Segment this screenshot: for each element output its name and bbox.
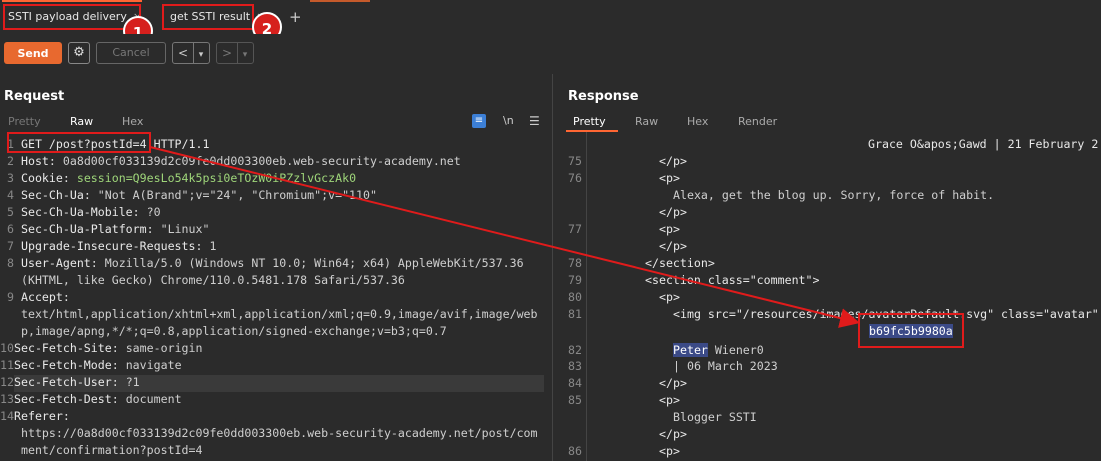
highlight-box-request-line — [7, 132, 151, 153]
tab-response-hex[interactable]: Hex — [687, 112, 708, 132]
response-line: </p> — [659, 154, 687, 168]
response-line: Blogger SSTI — [673, 410, 757, 424]
back-arrow-icon[interactable]: < — [173, 43, 194, 63]
highlight-box-result — [858, 313, 964, 348]
newline-icon[interactable]: \n — [503, 114, 514, 127]
response-subtabs: Pretty Raw Hex Render — [552, 112, 1101, 132]
response-line: </section> — [645, 256, 715, 270]
request-line: (KHTML, like Gecko) Chrome/110.0.5481.17… — [20, 273, 405, 287]
request-line: 8 User-Agent: Mozilla/5.0 (Windows NT 10… — [7, 256, 524, 270]
tab-request-raw[interactable]: Raw — [70, 112, 93, 132]
line-number: 84 — [568, 376, 582, 390]
response-line: </p> — [659, 376, 687, 390]
request-line: p,image/apng,*/*;q=0.8,application/signe… — [20, 324, 447, 338]
toolbar: Send ⚙ Cancel < ▾ > ▾ — [0, 34, 1101, 74]
line-number: 77 — [568, 222, 582, 236]
request-line: ment/confirmation?postId=4 — [20, 443, 203, 457]
line-number: 78 — [568, 256, 582, 270]
response-active-tab-underline — [566, 130, 618, 132]
response-line: <p> — [659, 290, 680, 304]
tab-response-pretty[interactable]: Pretty — [573, 112, 606, 132]
request-line: 9 Accept: — [7, 290, 70, 304]
line-number: 86 — [568, 444, 582, 458]
response-title: Response — [568, 89, 639, 104]
response-line: Grace O&apos;Gawd | 21 February 2 — [868, 137, 1099, 151]
request-line: https://0a8d00cf033139d2c09fe0dd003300eb… — [20, 426, 538, 440]
request-line: 5 Sec-Ch-Ua-Mobile: ?0 — [7, 205, 161, 219]
response-line: <p> — [659, 222, 680, 236]
request-line: text/html,application/xhtml+xml,applicat… — [20, 307, 538, 321]
highlight-box-tab-1 — [3, 4, 141, 30]
pane-divider[interactable] — [552, 74, 553, 461]
response-line: </p> — [659, 427, 687, 441]
forward-nav[interactable]: > ▾ — [216, 42, 254, 64]
line-number: 83 — [568, 359, 582, 373]
request-line: 3 Cookie: session=Q9esLo54k5psi0eTOzW0iP… — [7, 171, 357, 185]
line-number: 75 — [568, 154, 582, 168]
request-line: 6 Sec-Ch-Ua-Platform: "Linux" — [7, 222, 210, 236]
response-line: Peter Wiener0 — [673, 343, 764, 357]
response-line: <section class="comment"> — [645, 273, 820, 287]
tab-request-hex[interactable]: Hex — [122, 112, 143, 132]
forward-dropdown-icon[interactable]: ▾ — [238, 45, 252, 65]
response-line: Alexa, get the blog up. Sorry, force of … — [673, 188, 995, 202]
tab-accent — [310, 0, 370, 2]
new-tab-button[interactable]: + — [289, 6, 302, 28]
wrap-icon[interactable]: ≡ — [472, 114, 486, 128]
request-title: Request — [4, 89, 65, 104]
line-number: 80 — [568, 290, 582, 304]
request-line: 11Sec-Fetch-Mode: navigate — [0, 358, 182, 372]
active-tab-indicator — [2, 0, 142, 2]
request-line: 13Sec-Fetch-Dest: document — [0, 392, 182, 406]
response-line: <p> — [659, 393, 680, 407]
line-number: 81 — [568, 307, 582, 321]
response-gutter-line — [586, 132, 587, 461]
back-dropdown-icon[interactable]: ▾ — [194, 45, 208, 65]
response-line: </p> — [659, 205, 687, 219]
response-line: <p> — [659, 444, 680, 458]
line-number: 85 — [568, 393, 582, 407]
request-subtabs: Pretty Raw Hex ≡ \n ☰ — [0, 112, 552, 132]
response-line: </p> — [659, 239, 687, 253]
request-line: 14Referer: — [0, 409, 70, 423]
forward-arrow-icon[interactable]: > — [217, 43, 238, 63]
tab-response-render[interactable]: Render — [738, 112, 777, 132]
response-line: <p> — [659, 171, 680, 185]
request-line: 12Sec-Fetch-User: ?1 — [0, 375, 140, 389]
line-number: 76 — [568, 171, 582, 185]
line-number: 82 — [568, 343, 582, 357]
back-nav[interactable]: < ▾ — [172, 42, 210, 64]
highlight-box-tab-2 — [162, 4, 254, 30]
request-line: 2 Host: 0a8d00cf033139d2c09fe0dd003300eb… — [7, 154, 461, 168]
response-line: | 06 March 2023 — [673, 359, 778, 373]
menu-icon[interactable]: ☰ — [529, 114, 540, 128]
cancel-button[interactable]: Cancel — [96, 42, 166, 64]
line-number: 79 — [568, 273, 582, 287]
tab-request-pretty[interactable]: Pretty — [8, 112, 41, 132]
gear-icon[interactable]: ⚙ — [68, 42, 90, 64]
request-line: 10Sec-Fetch-Site: same-origin — [0, 341, 203, 355]
tab-response-raw[interactable]: Raw — [635, 112, 658, 132]
send-button[interactable]: Send — [4, 42, 62, 64]
request-line: 7 Upgrade-Insecure-Requests: 1 — [7, 239, 217, 253]
request-line: 4 Sec-Ch-Ua: "Not A(Brand";v="24", "Chro… — [7, 188, 377, 202]
